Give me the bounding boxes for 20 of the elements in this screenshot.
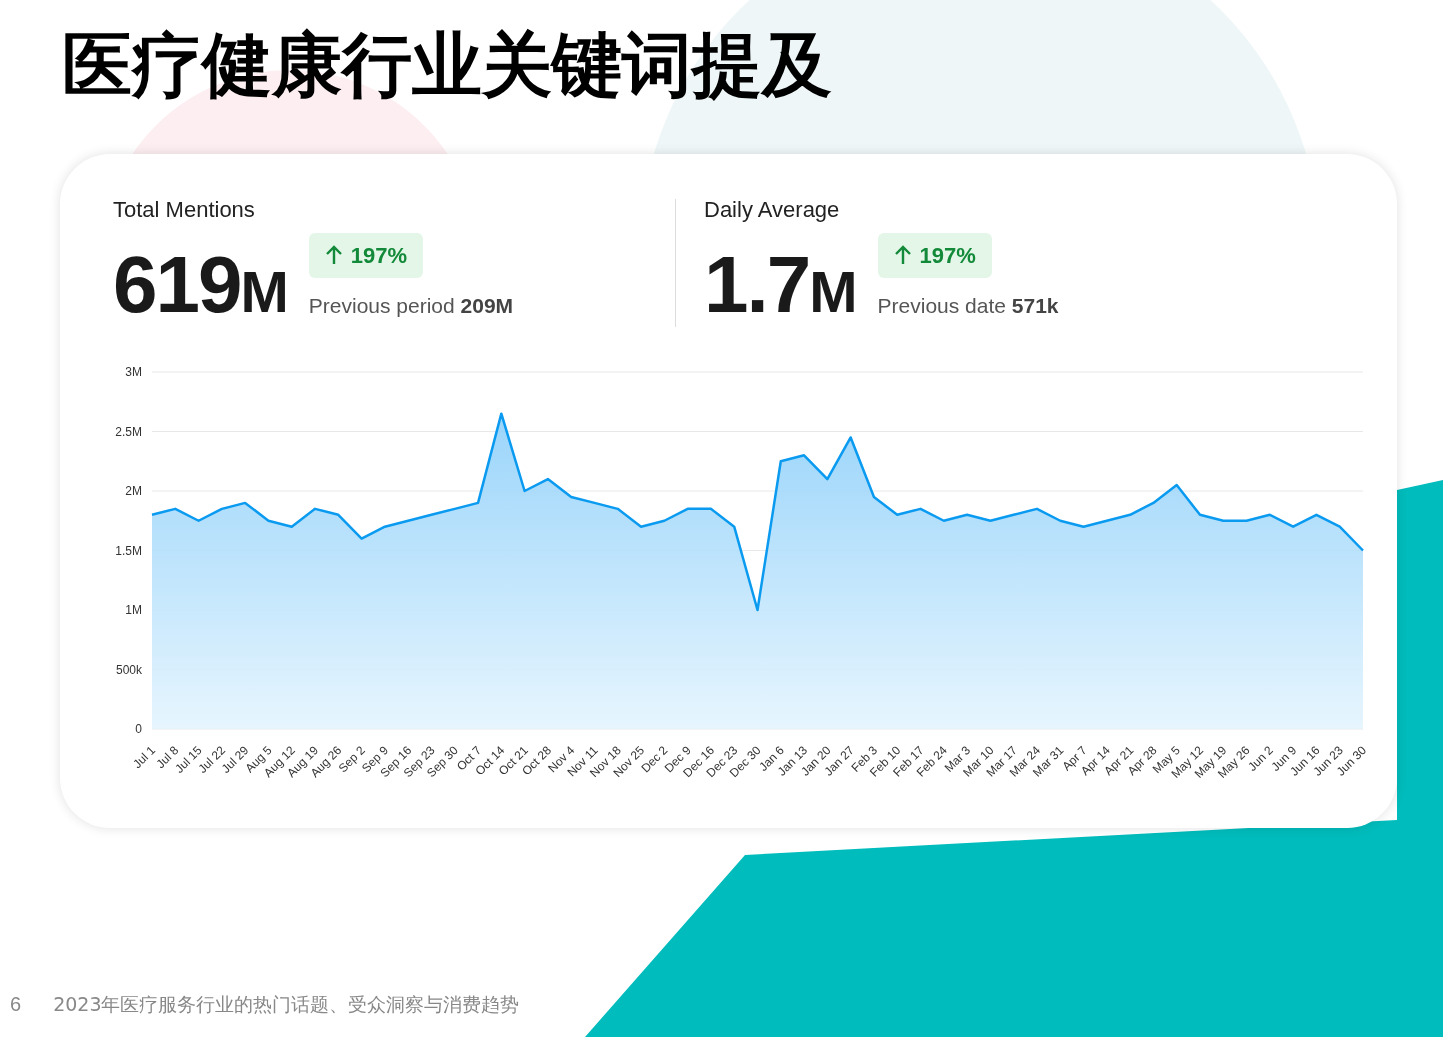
stat-label: Total Mentions xyxy=(113,198,256,221)
comparison-text: Previous date 571k xyxy=(877,292,1059,319)
change-badge: 197% xyxy=(308,232,424,278)
y-axis-label: 0 xyxy=(135,721,142,736)
y-axis-label: 3M xyxy=(125,364,142,379)
arrow-up-icon xyxy=(893,245,912,265)
y-axis-label: 2M xyxy=(125,483,142,498)
y-axis-label: 1M xyxy=(125,602,142,617)
stat-value: 619M xyxy=(113,245,289,325)
report-title: 2023年医疗服务行业的热门话题、受众洞察与消费趋势 xyxy=(53,991,520,1017)
slide-title: 医疗健康行业关键词提及 xyxy=(62,23,833,108)
comparison-text: Previous period 209M xyxy=(308,292,514,319)
page-number: 6 xyxy=(10,992,22,1017)
stat-label: Daily Average xyxy=(704,198,841,221)
y-axis-label: 1.5M xyxy=(115,543,142,557)
y-axis-label: 500k xyxy=(115,662,142,676)
stat-value: 1.7M xyxy=(704,245,858,325)
y-axis-label: 2.5M xyxy=(115,424,142,438)
change-badge: 197% xyxy=(877,232,992,278)
arrow-up-icon xyxy=(324,245,343,265)
